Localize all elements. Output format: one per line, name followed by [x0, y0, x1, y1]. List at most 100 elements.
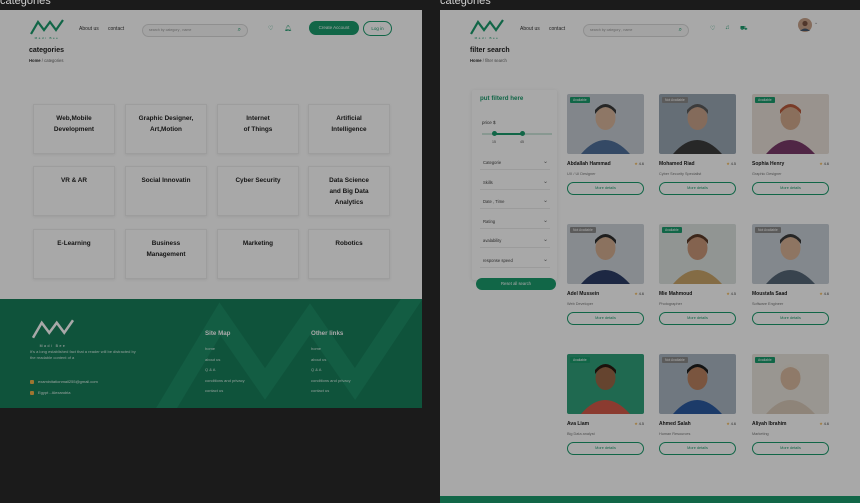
more-details-button[interactable]: More details — [659, 442, 736, 455]
filter-select[interactable]: response speed ⌄ — [480, 254, 550, 268]
mentor-card[interactable]: Not Available Mohamed Riad ★ 4.5 Cyber Secu… — [659, 94, 736, 202]
filter-select[interactable]: Date , Time ⌄ — [480, 195, 550, 209]
more-details-button[interactable]: More details — [659, 312, 736, 325]
sitemap-link[interactable]: Q & A — [205, 367, 215, 372]
filter-select[interactable]: Skills ⌄ — [480, 176, 550, 190]
filter-select[interactable]: Categorie ⌄ — [480, 156, 550, 170]
more-details-button[interactable]: More details — [567, 312, 644, 325]
search-input[interactable]: search by category , name ⌕ — [142, 24, 248, 37]
logo[interactable]: Madi Bee — [30, 19, 64, 43]
more-details-button[interactable]: More details — [752, 312, 829, 325]
price-max-handle[interactable] — [520, 131, 525, 136]
cart-icon-right[interactable]: ⛟ — [740, 25, 748, 33]
sitemap-link[interactable]: home — [205, 346, 215, 351]
mentor-card[interactable]: Not Available Adel Mussein ★ 4.6 Web Develo… — [567, 224, 644, 332]
sitemap-link[interactable]: about us — [205, 357, 220, 362]
mentor-rating: ★ 4.6 — [819, 291, 829, 296]
chevron-down-icon[interactable]: ⌄ — [543, 256, 548, 263]
footer-email[interactable]: examinitationmail255@gmail.com — [30, 379, 98, 384]
filter-select-label: avalability — [483, 238, 502, 243]
category-card[interactable]: E-Learning — [33, 229, 115, 279]
price-slider[interactable] — [482, 131, 552, 136]
chevron-down-icon[interactable]: ⌄ — [543, 217, 548, 224]
chevron-down-icon[interactable]: ⌄ — [543, 158, 548, 165]
category-card[interactable]: Business Management — [125, 229, 207, 279]
category-card[interactable]: Social Innovatin — [125, 166, 207, 216]
login-button[interactable]: Log in — [363, 21, 392, 36]
star-icon: ★ — [726, 422, 730, 426]
breadcrumb-home[interactable]: Home — [29, 58, 41, 63]
sitemap-link[interactable]: contact us — [205, 388, 223, 393]
avatar[interactable] — [798, 18, 812, 32]
mentor-name: Adel Mussein — [567, 291, 600, 297]
logo-right[interactable]: Madi Bee — [470, 19, 504, 43]
mentor-photo[interactable]: Available — [752, 354, 829, 414]
filter-select-label: Skills — [483, 179, 493, 185]
nav-link-about[interactable]: About us — [79, 26, 99, 32]
more-details-button[interactable]: More details — [752, 182, 829, 195]
mentor-photo[interactable]: Available — [752, 94, 829, 154]
search-icon[interactable]: ⌕ — [238, 27, 241, 34]
other-link[interactable]: conditions and privacy — [311, 378, 351, 383]
mentor-card[interactable]: Available Sophia Henry ★ 4.6 Graphic Design… — [752, 94, 829, 202]
mentor-rating-value: 4.6 — [730, 422, 736, 426]
other-link[interactable]: home — [311, 346, 321, 351]
mentor-card[interactable]: Available Mie Mahmoud ★ 4.5 Photographer Mor… — [659, 224, 736, 332]
category-card[interactable]: Cyber Security — [217, 166, 299, 216]
nav-link-contact-right[interactable]: contact — [549, 26, 565, 32]
chevron-down-icon[interactable]: ⌄ — [543, 236, 548, 243]
price-label: price $ — [482, 120, 496, 125]
search-icon-right[interactable]: ⌕ — [679, 27, 682, 34]
reset-search-button[interactable]: Reset all search — [476, 278, 556, 290]
star-icon: ★ — [819, 292, 823, 296]
mentor-photo[interactable]: Available — [567, 354, 644, 414]
mentor-card[interactable]: Not Available Moustafa Saad ★ 4.6 Software … — [752, 224, 829, 332]
category-card[interactable]: Robotics — [308, 229, 390, 279]
nav-link-about-right[interactable]: About us — [520, 26, 540, 32]
more-details-button[interactable]: More details — [752, 442, 829, 455]
mentor-card[interactable]: Not Available Ahmed Salah ★ 4.6 Human Resou… — [659, 354, 736, 462]
category-card[interactable]: Marketing — [217, 229, 299, 279]
chevron-down-icon[interactable]: ⌄ — [543, 197, 548, 204]
price-min-value: 15 — [492, 140, 496, 144]
search-input-right[interactable]: search by category , name ⌕ — [583, 24, 689, 37]
category-card[interactable]: Graphic Designer, Art,Motion — [125, 104, 207, 154]
more-details-button[interactable]: More details — [567, 182, 644, 195]
more-details-button[interactable]: More details — [659, 182, 736, 195]
nav-link-contact[interactable]: contact — [108, 26, 124, 32]
category-card[interactable]: Internet of Things — [217, 104, 299, 154]
mentor-card[interactable]: Available Ava Liam ★ 4.5 Big Data analyst Mo… — [567, 354, 644, 462]
category-card[interactable]: Web,Mobile Development — [33, 104, 115, 154]
mentor-photo[interactable]: Not Available — [659, 94, 736, 154]
mentor-photo[interactable]: Available — [659, 224, 736, 284]
heart-icon-right[interactable]: ♡ — [710, 25, 715, 32]
breadcrumb-home-right[interactable]: Home — [470, 58, 482, 63]
filter-select[interactable]: avalability ⌄ — [480, 234, 550, 248]
bell-icon-right[interactable]: ♫ — [725, 25, 730, 31]
other-link[interactable]: Q & A — [311, 367, 321, 372]
sitemap-link[interactable]: conditions and privacy — [205, 378, 245, 383]
mentor-photo[interactable]: Not Available — [659, 354, 736, 414]
other-link[interactable]: about us — [311, 357, 326, 362]
mentor-photo[interactable]: Not Available — [752, 224, 829, 284]
mentor-card[interactable]: Available Abdallah Hammad ★ 4.6 UX / UI Des… — [567, 94, 644, 202]
mentor-role: Big Data analyst — [567, 432, 595, 436]
mentor-card[interactable]: Available Aliyah Ibrahim ★ 4.6 Marketing Mor… — [752, 354, 829, 462]
category-card[interactable]: VR & AR — [33, 166, 115, 216]
other-link[interactable]: contact us — [311, 388, 329, 393]
price-min-handle[interactable] — [492, 131, 497, 136]
chevron-down-icon[interactable]: ⌄ — [814, 20, 818, 26]
bell-icon[interactable]: 🔔︎ — [284, 25, 292, 32]
create-account-button[interactable]: Create Account — [309, 21, 359, 35]
category-card[interactable]: Data Science and Big Data Analytics — [308, 166, 390, 216]
heart-icon[interactable]: ♡ — [268, 25, 273, 32]
star-icon: ★ — [726, 162, 730, 166]
filter-select[interactable]: Rating ⌄ — [480, 215, 550, 229]
chevron-down-icon[interactable]: ⌄ — [543, 178, 548, 185]
mentor-photo[interactable]: Not Available — [567, 224, 644, 284]
footer-logo[interactable]: Madi Bee — [30, 319, 76, 348]
category-card[interactable]: Artificial Intelligence — [308, 104, 390, 154]
more-details-button[interactable]: More details — [567, 442, 644, 455]
price-slider-fill — [494, 133, 522, 135]
mentor-photo[interactable]: Available — [567, 94, 644, 154]
